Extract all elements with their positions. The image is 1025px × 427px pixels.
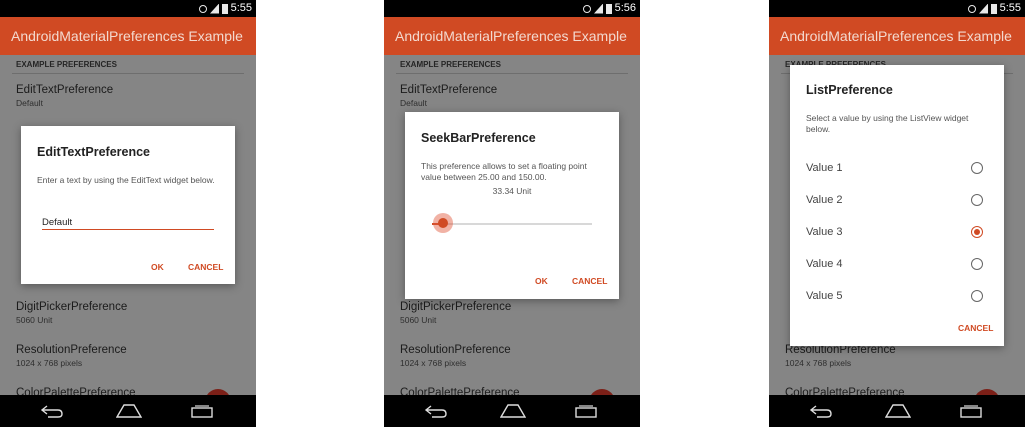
home-icon[interactable] [500, 404, 526, 418]
phone-screen-list: 5:55 AndroidMaterialPreferences Example … [769, 0, 1025, 427]
back-icon[interactable] [809, 404, 833, 418]
option-label: Value 1 [806, 162, 843, 174]
cancel-button[interactable]: CANCEL [958, 323, 993, 333]
recent-apps-icon[interactable] [190, 404, 214, 418]
battery-icon [991, 3, 997, 14]
sync-icon [199, 4, 207, 13]
radio-button[interactable] [971, 258, 983, 270]
dialog-title: ListPreference [806, 83, 893, 97]
status-bar: 5:55 [0, 0, 256, 17]
cancel-button[interactable]: CANCEL [188, 262, 223, 272]
status-clock: 5:55 [999, 2, 1021, 14]
list-dialog: ListPreference Select a value by using t… [790, 65, 1004, 346]
list-option-value-5[interactable]: Value 5 [790, 281, 1004, 311]
edittext-input[interactable] [42, 215, 214, 230]
radio-button[interactable] [971, 290, 983, 302]
seekbar-value-label: 33.34 Unit [492, 186, 532, 196]
phone-screen-seekbar: 5:56 AndroidMaterialPreferences Example … [384, 0, 640, 427]
navigation-bar [769, 395, 1025, 427]
sync-icon [968, 4, 976, 13]
cancel-button[interactable]: CANCEL [572, 276, 607, 286]
recent-apps-icon[interactable] [959, 404, 983, 418]
signal-icon [594, 3, 603, 14]
battery-icon [606, 3, 612, 14]
home-icon[interactable] [885, 404, 911, 418]
app-bar: AndroidMaterialPreferences Example [769, 17, 1025, 55]
dialog-message: Select a value by using the ListView wid… [806, 113, 969, 134]
battery-icon [222, 3, 228, 14]
navigation-bar [0, 395, 256, 427]
seekbar-dialog: SeekBarPreference This preference allows… [405, 112, 619, 299]
status-icons [968, 3, 997, 14]
dialog-title: SeekBarPreference [421, 131, 536, 145]
option-label: Value 2 [806, 194, 843, 206]
dialog-message: This preference allows to set a floating… [421, 161, 587, 182]
status-clock: 5:56 [614, 2, 636, 14]
recent-apps-icon[interactable] [574, 404, 598, 418]
signal-icon [210, 3, 219, 14]
app-bar: AndroidMaterialPreferences Example [0, 17, 256, 55]
dialog-message: Enter a text by using the EditText widge… [37, 175, 215, 185]
option-label: Value 4 [806, 258, 843, 270]
ok-button[interactable]: OK [535, 276, 548, 286]
app-title: AndroidMaterialPreferences Example [11, 28, 243, 44]
edittext-dialog: EditTextPreference Enter a text by using… [21, 126, 235, 284]
radio-button[interactable] [971, 194, 983, 206]
dialog-title: EditTextPreference [37, 145, 151, 159]
status-icons [199, 3, 228, 14]
ok-button[interactable]: OK [151, 262, 164, 272]
app-bar: AndroidMaterialPreferences Example [384, 17, 640, 55]
back-icon[interactable] [424, 404, 448, 418]
back-icon[interactable] [40, 404, 64, 418]
signal-icon [979, 3, 988, 14]
option-label: Value 5 [806, 290, 843, 302]
list-option-value-2[interactable]: Value 2 [790, 185, 1004, 215]
status-bar: 5:56 [384, 0, 640, 17]
list-option-value-4[interactable]: Value 4 [790, 249, 1004, 279]
status-icons [583, 3, 612, 14]
seekbar-thumb[interactable] [437, 218, 448, 228]
home-icon[interactable] [116, 404, 142, 418]
status-bar: 5:55 [769, 0, 1025, 17]
phone-screen-edittext: 5:55 AndroidMaterialPreferences Example … [0, 0, 256, 427]
option-label: Value 3 [806, 226, 843, 238]
sync-icon [583, 4, 591, 13]
radio-button[interactable] [971, 162, 983, 174]
radio-button[interactable] [971, 226, 983, 238]
seekbar-track[interactable] [432, 223, 592, 225]
app-title: AndroidMaterialPreferences Example [780, 28, 1012, 44]
status-clock: 5:55 [230, 2, 252, 14]
list-option-value-1[interactable]: Value 1 [790, 153, 1004, 183]
app-title: AndroidMaterialPreferences Example [395, 28, 627, 44]
navigation-bar [384, 395, 640, 427]
list-option-value-3[interactable]: Value 3 [790, 217, 1004, 247]
